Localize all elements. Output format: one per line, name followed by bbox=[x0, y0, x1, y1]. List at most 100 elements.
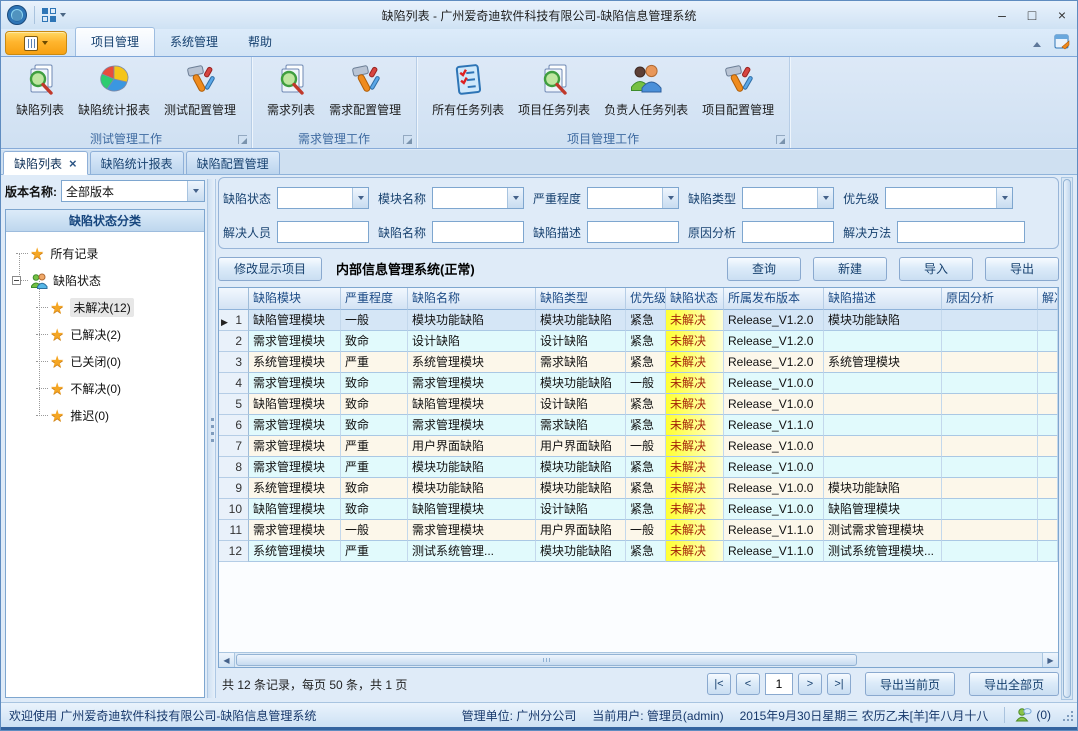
scroll-left-icon[interactable]: ◀ bbox=[219, 653, 235, 667]
column-header-严重程度[interactable]: 严重程度 bbox=[341, 288, 408, 310]
column-header-缺陷模块[interactable]: 缺陷模块 bbox=[249, 288, 341, 310]
column-header-解决方法[interactable]: 解决方法 bbox=[1038, 288, 1058, 310]
ribbon-button[interactable]: 负责人任务列表 bbox=[597, 59, 695, 120]
scrollbar-thumb[interactable] bbox=[1063, 179, 1071, 698]
dropdown-button[interactable] bbox=[662, 188, 678, 208]
toolbar-button-新建[interactable]: 新建 bbox=[813, 257, 887, 281]
quick-access-toolbar[interactable] bbox=[41, 7, 66, 23]
toolbar-button-导出[interactable]: 导出 bbox=[985, 257, 1059, 281]
scrollbar-thumb[interactable] bbox=[236, 654, 857, 666]
ribbon-button[interactable]: 项目配置管理 bbox=[695, 59, 781, 120]
maximize-button[interactable]: □ bbox=[1017, 4, 1047, 26]
ribbon-button-label: 缺陷列表 bbox=[16, 101, 64, 118]
version-label: 版本名称: bbox=[5, 183, 57, 200]
tree-item[interactable]: ★已关闭(0) bbox=[6, 348, 204, 375]
column-header-缺陷状态[interactable]: 缺陷状态 bbox=[666, 288, 724, 310]
tree-item[interactable]: ★所有记录 bbox=[6, 240, 204, 267]
ribbon-button[interactable]: 测试配置管理 bbox=[157, 59, 243, 120]
pagination-bar: 共 12 条记录，每页 50 条，共 1 页 |< < > >| 导出当前页 导… bbox=[218, 668, 1059, 700]
ribbon-button[interactable]: 需求配置管理 bbox=[322, 59, 408, 120]
dropdown-button[interactable] bbox=[187, 181, 204, 201]
ribbon-button[interactable]: 缺陷统计报表 bbox=[71, 59, 157, 120]
column-header-缺陷名称[interactable]: 缺陷名称 bbox=[408, 288, 536, 310]
column-header-缺陷类型[interactable]: 缺陷类型 bbox=[536, 288, 626, 310]
scroll-right-icon[interactable]: ▶ bbox=[1042, 653, 1058, 667]
dropdown-button[interactable] bbox=[507, 188, 523, 208]
filter-select-缺陷类型[interactable] bbox=[742, 187, 834, 209]
horizontal-scrollbar[interactable]: ◀ ▶ bbox=[219, 652, 1058, 667]
table-row[interactable]: 1▶缺陷管理模块一般模块功能缺陷模块功能缺陷紧急未解决Release_V1.2.… bbox=[219, 310, 1058, 331]
tree-item[interactable]: ★推迟(0) bbox=[6, 402, 204, 429]
dialog-launcher-icon[interactable] bbox=[238, 135, 247, 144]
sidebar-splitter[interactable] bbox=[207, 179, 216, 698]
ribbon-tab[interactable]: 帮助 bbox=[233, 28, 287, 56]
filter-input-缺陷名称[interactable] bbox=[432, 221, 524, 243]
dialog-launcher-icon[interactable] bbox=[403, 135, 412, 144]
tree-item[interactable]: ★未解决(12) bbox=[6, 294, 204, 321]
filter-select-优先级[interactable] bbox=[885, 187, 1013, 209]
ribbon-button[interactable]: 所有任务列表 bbox=[425, 59, 511, 120]
page-number-input[interactable] bbox=[765, 673, 793, 695]
table-row[interactable]: 5缺陷管理模块致命缺陷管理模块设计缺陷紧急未解决Release_V1.0.0 bbox=[219, 394, 1058, 415]
dialog-launcher-icon[interactable] bbox=[776, 135, 785, 144]
search-doc-icon bbox=[273, 62, 309, 98]
version-select[interactable]: 全部版本 bbox=[61, 180, 205, 202]
filter-select-模块名称[interactable] bbox=[432, 187, 524, 209]
resize-grip[interactable] bbox=[1061, 709, 1074, 722]
filter-input-缺陷描述[interactable] bbox=[587, 221, 679, 243]
ribbon-group-buttons: 缺陷列表缺陷统计报表测试配置管理 bbox=[9, 59, 243, 128]
close-button[interactable]: × bbox=[1047, 4, 1077, 26]
table-cell bbox=[824, 394, 942, 415]
ribbon-button[interactable]: 缺陷列表 bbox=[9, 59, 71, 120]
collapse-node-icon[interactable] bbox=[12, 276, 21, 285]
filter-select-严重程度[interactable] bbox=[587, 187, 679, 209]
first-page-button[interactable]: |< bbox=[707, 673, 731, 695]
table-row[interactable]: 2需求管理模块致命设计缺陷设计缺陷紧急未解决Release_V1.2.0 bbox=[219, 331, 1058, 352]
filter-input-解决方法[interactable] bbox=[897, 221, 1025, 243]
table-row[interactable]: 4需求管理模块致命需求管理模块模块功能缺陷一般未解决Release_V1.0.0 bbox=[219, 373, 1058, 394]
ribbon-button[interactable]: 需求列表 bbox=[260, 59, 322, 120]
tree-item[interactable]: ★不解决(0) bbox=[6, 375, 204, 402]
next-page-button[interactable]: > bbox=[798, 673, 822, 695]
messages-button[interactable] bbox=[1015, 707, 1032, 723]
prev-page-button[interactable]: < bbox=[736, 673, 760, 695]
minimize-button[interactable]: – bbox=[987, 4, 1017, 26]
table-row[interactable]: 6需求管理模块致命需求管理模块需求缺陷紧急未解决Release_V1.1.0 bbox=[219, 415, 1058, 436]
table-row[interactable]: 7需求管理模块严重用户界面缺陷用户界面缺陷一般未解决Release_V1.0.0 bbox=[219, 436, 1058, 457]
toolbar-button-导入[interactable]: 导入 bbox=[899, 257, 973, 281]
table-row[interactable]: 12系统管理模块严重测试系统管理...模块功能缺陷紧急未解决Release_V1… bbox=[219, 541, 1058, 562]
modify-columns-button[interactable]: 修改显示项目 bbox=[218, 257, 322, 281]
close-tab-icon[interactable]: × bbox=[69, 157, 77, 170]
column-header-原因分析[interactable]: 原因分析 bbox=[942, 288, 1038, 310]
table-row[interactable]: 3系统管理模块严重系统管理模块需求缺陷紧急未解决Release_V1.2.0系统… bbox=[219, 352, 1058, 373]
ribbon-button[interactable]: 项目任务列表 bbox=[511, 59, 597, 120]
tree-item[interactable]: 缺陷状态 bbox=[6, 267, 204, 294]
style-switch-button[interactable] bbox=[1054, 34, 1071, 55]
table-row[interactable]: 11需求管理模块一般需求管理模块用户界面缺陷一般未解决Release_V1.1.… bbox=[219, 520, 1058, 541]
table-row[interactable]: 9系统管理模块致命模块功能缺陷模块功能缺陷紧急未解决Release_V1.0.0… bbox=[219, 478, 1058, 499]
column-header-缺陷描述[interactable]: 缺陷描述 bbox=[824, 288, 942, 310]
vertical-scrollbar[interactable] bbox=[1061, 177, 1073, 700]
tree-item[interactable]: ★已解决(2) bbox=[6, 321, 204, 348]
ribbon-tab[interactable]: 系统管理 bbox=[155, 28, 233, 56]
export-current-page-button[interactable]: 导出当前页 bbox=[865, 672, 955, 696]
dropdown-button[interactable] bbox=[996, 188, 1012, 208]
collapse-ribbon-button[interactable] bbox=[1028, 37, 1046, 53]
export-all-pages-button[interactable]: 导出全部页 bbox=[969, 672, 1059, 696]
dropdown-button[interactable] bbox=[352, 188, 368, 208]
filter-select-缺陷状态[interactable] bbox=[277, 187, 369, 209]
document-tab[interactable]: 缺陷列表× bbox=[3, 151, 88, 175]
table-row[interactable]: 8需求管理模块严重模块功能缺陷模块功能缺陷紧急未解决Release_V1.0.0 bbox=[219, 457, 1058, 478]
filter-input-原因分析[interactable] bbox=[742, 221, 834, 243]
table-row[interactable]: 10缺陷管理模块致命缺陷管理模块设计缺陷紧急未解决Release_V1.0.0缺… bbox=[219, 499, 1058, 520]
document-tab[interactable]: 缺陷统计报表 bbox=[90, 151, 184, 174]
dropdown-button[interactable] bbox=[817, 188, 833, 208]
column-header-所属发布版本[interactable]: 所属发布版本 bbox=[724, 288, 824, 310]
last-page-button[interactable]: >| bbox=[827, 673, 851, 695]
application-menu-button[interactable] bbox=[5, 31, 67, 55]
document-tab[interactable]: 缺陷配置管理 bbox=[186, 151, 280, 174]
toolbar-button-查询[interactable]: 查询 bbox=[727, 257, 801, 281]
ribbon-tab[interactable]: 项目管理 bbox=[75, 27, 155, 56]
filter-input-解决人员[interactable] bbox=[277, 221, 369, 243]
column-header-优先级[interactable]: 优先级 bbox=[626, 288, 666, 310]
